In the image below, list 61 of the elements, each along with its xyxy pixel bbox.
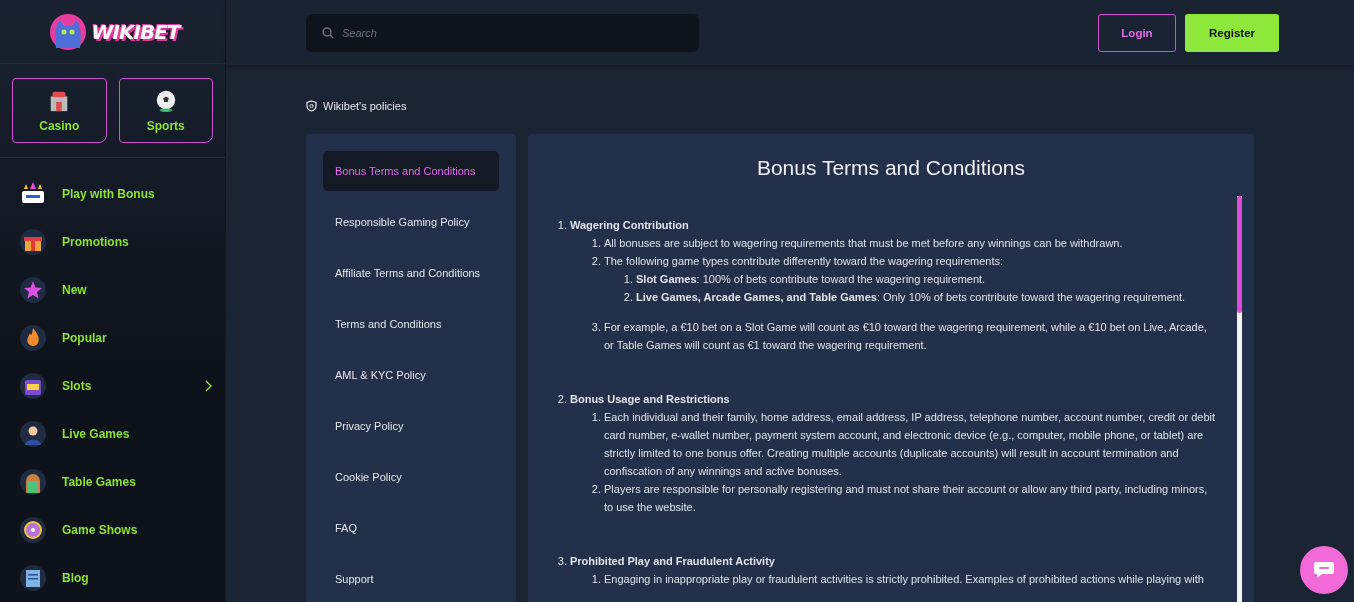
- list-number: 1.: [590, 236, 602, 251]
- sidebar-item[interactable]: Slots: [0, 362, 225, 410]
- list-item-text: All bonuses are subject to wagering requirements that must be met before any winnings can be withdrawn.: [604, 236, 1123, 251]
- list-item-text: Players are responsible for personally registering and must not share their account or allow any third party, including minors, to use the website.: [604, 482, 1209, 515]
- sidebar-item[interactable]: Play with Bonus: [0, 170, 225, 218]
- policy-nav-item[interactable]: Affiliate Terms and Conditions: [323, 253, 499, 293]
- list-number: 1.: [590, 572, 602, 587]
- shield-icon: [306, 100, 317, 112]
- sidebar-item[interactable]: Live Games: [0, 410, 225, 458]
- list-number: 1.: [556, 218, 568, 233]
- search-icon: [322, 26, 334, 39]
- list-item-text: Slot Games: 100% of bets contribute toward the wagering requirement.: [636, 272, 986, 287]
- flame-icon: [20, 325, 46, 351]
- list-number: 3.: [556, 554, 568, 569]
- list-number: 1.: [590, 410, 602, 425]
- policy-nav-item[interactable]: Terms and Conditions: [323, 304, 499, 344]
- gift-icon: [20, 229, 46, 255]
- list-number: 2.: [590, 254, 602, 269]
- section-heading: Bonus Usage and Restrictions: [570, 392, 730, 407]
- dealer-icon: [20, 421, 46, 447]
- sidebar-item[interactable]: Popular: [0, 314, 225, 362]
- policy-nav-item[interactable]: AML & KYC Policy: [323, 355, 499, 395]
- list-item-text: Engaging in inappropriate play or fraudulent activities is strictly prohibited. Examples of prohibited actions while playing with: [604, 572, 1204, 587]
- logo-text[interactable]: WIKIBET: [91, 19, 180, 44]
- section-heading: Wagering Contribution: [570, 218, 689, 233]
- sidebar-item[interactable]: New: [0, 266, 225, 314]
- category-tile[interactable]: Sports: [118, 78, 213, 143]
- policy-nav-item[interactable]: Responsible Gaming Policy: [323, 202, 499, 242]
- sidebar-item[interactable]: Promotions: [0, 218, 225, 266]
- chat-button[interactable]: [1300, 546, 1348, 594]
- list-number: 2.: [622, 290, 634, 305]
- table-icon: [20, 469, 46, 495]
- policy-nav-item[interactable]: Privacy Policy: [323, 406, 499, 446]
- list-number: 2.: [590, 482, 602, 497]
- policy-nav-item[interactable]: Cookie Policy: [323, 457, 499, 497]
- slot-machine-icon: [20, 373, 46, 399]
- policy-nav-item[interactable]: Support: [323, 559, 499, 599]
- chat-bubble-icon: [1313, 561, 1335, 579]
- sidebar-item[interactable]: Table Games: [0, 458, 225, 506]
- search-field[interactable]: Search: [306, 13, 699, 52]
- notepad-icon: [20, 565, 46, 591]
- sidebar-item[interactable]: Game Shows: [0, 506, 225, 554]
- category-tile[interactable]: Casino: [12, 78, 107, 143]
- section-heading: Prohibited Play and Fraudulent Activity: [570, 554, 775, 569]
- list-number: 2.: [556, 392, 568, 407]
- list-item-text: Each individual and their family, home address, email address, IP address, telephone number, account number, credit or debit card number, e-wallet number, payment system account, and electronic device (e.g., computer, mobile phone, or tablet) are strictly limited to one bonus offer. Creating multiple accounts (duplicate accounts) will result in account termination and confiscation of any winnings and active bonuses.: [604, 410, 1217, 479]
- login-button[interactable]: Login: [1098, 13, 1176, 52]
- policy-nav-item[interactable]: Bonus Terms and Conditions: [323, 151, 499, 191]
- list-item-text: For example, a €10 bet on a Slot Game will count as €10 toward the wagering requirement, while a €10 bet on Live, Arcade, or Table Games will count as €1 toward the wagering requirement.: [604, 320, 1208, 353]
- scrollbar[interactable]: [1237, 196, 1242, 602]
- document-title: Bonus Terms and Conditions: [755, 156, 1027, 180]
- wheel-icon: [20, 517, 46, 543]
- breadcrumb-text: Wikibet's policies: [323, 100, 407, 112]
- register-button[interactable]: Register: [1185, 13, 1279, 52]
- policy-nav-item[interactable]: FAQ: [323, 508, 499, 548]
- list-item-text: Live Games, Arcade Games, and Table Games: Only 10% of bets contribute toward the wagering requirement.: [636, 290, 1186, 305]
- scrollbar-thumb[interactable]: [1237, 196, 1242, 313]
- list-number: 3.: [590, 320, 602, 335]
- sidebar-item[interactable]: Blog: [0, 554, 225, 602]
- list-item-text: The following game types contribute differently toward the wagering requirements:: [604, 254, 1004, 269]
- list-number: 1.: [622, 272, 634, 287]
